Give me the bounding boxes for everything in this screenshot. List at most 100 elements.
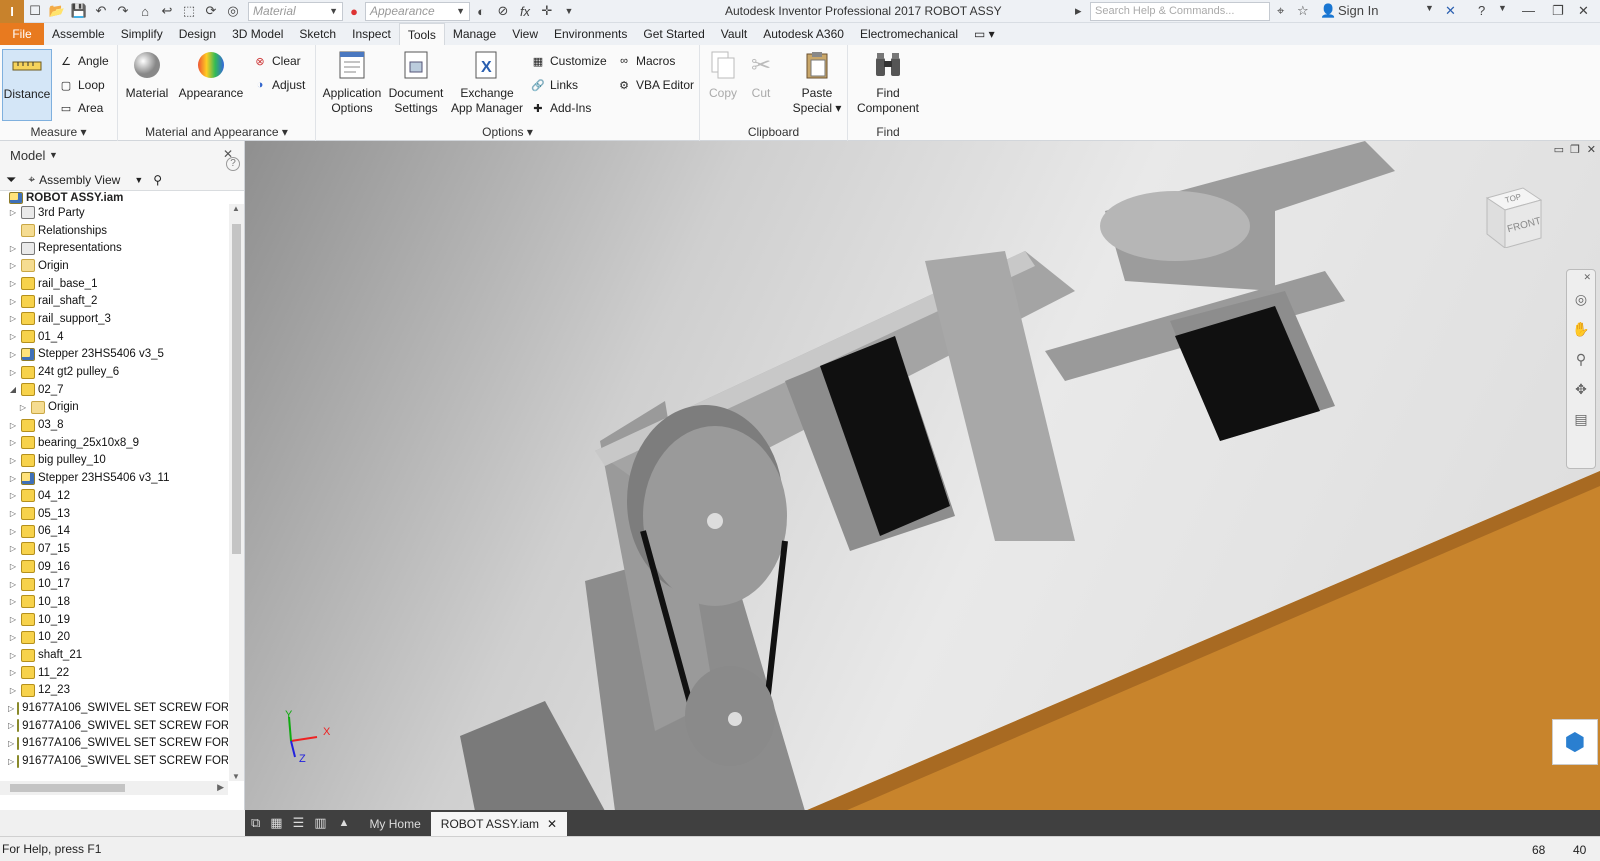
tree-node[interactable]: ▷ 06_14 bbox=[0, 522, 228, 540]
tree-node[interactable]: ▷ 10_17 bbox=[0, 575, 228, 593]
tile-vertical-icon[interactable]: ▥ bbox=[314, 815, 326, 831]
customize-button[interactable]: ▦ Customize bbox=[530, 51, 607, 71]
tab-autodesk-a360[interactable]: Autodesk A360 bbox=[755, 23, 852, 45]
expand-toggle-icon[interactable]: ▷ bbox=[8, 704, 14, 713]
update-icon[interactable]: ⟳ bbox=[200, 1, 222, 21]
tab-file[interactable]: File bbox=[0, 23, 44, 45]
tree-node[interactable]: ▷ Stepper 23HS5406 v3_5 bbox=[0, 346, 228, 364]
sign-in-link[interactable]: Sign In bbox=[1338, 3, 1378, 18]
tree-node[interactable]: ▷ 91677A106_SWIVEL SET SCREW FOR bbox=[0, 699, 228, 717]
cut-button[interactable]: ✂ Cut bbox=[742, 49, 780, 101]
expand-toggle-icon[interactable]: ▷ bbox=[8, 597, 18, 606]
close-icon[interactable]: ✕ bbox=[1578, 3, 1589, 19]
application-options-button[interactable]: Application Options bbox=[320, 49, 384, 116]
tree-node[interactable]: ▷ 05_13 bbox=[0, 505, 228, 523]
expand-toggle-icon[interactable]: ▷ bbox=[8, 438, 18, 447]
viewport-close-icon[interactable]: ✕ bbox=[1587, 143, 1596, 156]
cascade-icon[interactable]: ⧉ bbox=[251, 815, 260, 831]
expand-toggle-icon[interactable]: ▷ bbox=[8, 350, 18, 359]
expand-toggle-icon[interactable]: ▷ bbox=[8, 580, 18, 589]
appearance-select[interactable]: Appearance ▼ bbox=[365, 1, 470, 21]
hscroll-thumb[interactable] bbox=[10, 784, 125, 792]
tree-node[interactable]: ◢ 02_7 bbox=[0, 381, 228, 399]
document-settings-button[interactable]: Document Settings bbox=[386, 49, 446, 116]
tab-simplify[interactable]: Simplify bbox=[113, 23, 171, 45]
find-in-browser-icon[interactable]: ⚲ bbox=[153, 173, 162, 187]
user-icon[interactable]: 👤 bbox=[1320, 3, 1336, 19]
redo-icon[interactable]: ↷ bbox=[112, 1, 134, 21]
exchange-app-manager-button[interactable]: X Exchange App Manager bbox=[450, 49, 524, 116]
tab-close-icon[interactable]: ✕ bbox=[547, 817, 557, 831]
crosshair-icon[interactable]: ✛ bbox=[536, 1, 558, 21]
measure-panel-label[interactable]: Measure ▾ bbox=[0, 125, 117, 139]
expand-toggle-icon[interactable]: ▷ bbox=[8, 562, 18, 571]
tree-node[interactable]: ▷ Origin bbox=[0, 257, 228, 275]
scroll-down-icon[interactable]: ▼ bbox=[232, 772, 240, 781]
scroll-right-icon[interactable]: ▶ bbox=[217, 782, 224, 793]
tree-node[interactable]: ▷ shaft_21 bbox=[0, 646, 228, 664]
expand-toggle-icon[interactable]: ▷ bbox=[8, 297, 18, 306]
browser-vscroll[interactable]: ▲ ▼ bbox=[229, 204, 244, 781]
expand-toggle-icon[interactable]: ▷ bbox=[8, 544, 18, 553]
view-cube[interactable]: TOP FRONT bbox=[1483, 186, 1543, 250]
exchange-icon[interactable]: ✕ bbox=[1445, 3, 1456, 19]
help-dropdown-icon[interactable]: ▼ bbox=[1498, 3, 1507, 13]
material-appearance-panel-label[interactable]: Material and Appearance ▾ bbox=[118, 125, 315, 139]
expand-toggle-icon[interactable]: ▷ bbox=[8, 314, 18, 323]
vba-editor-button[interactable]: ⚙ VBA Editor bbox=[616, 75, 694, 95]
customize-qat-icon[interactable]: ▼ bbox=[558, 1, 580, 21]
vscroll-thumb[interactable] bbox=[232, 224, 241, 554]
tab-view[interactable]: View bbox=[504, 23, 546, 45]
distance-button[interactable]: Distance bbox=[2, 49, 52, 121]
angle-button[interactable]: ∠ Angle bbox=[58, 51, 109, 71]
clear-appearance-icon[interactable]: ⊘ bbox=[492, 1, 514, 21]
tree-root[interactable]: ROBOT ASSY.iam bbox=[0, 191, 228, 205]
tree-node[interactable]: ▷ 10_20 bbox=[0, 629, 228, 647]
search-input[interactable]: Search Help & Commands... bbox=[1090, 2, 1270, 21]
tree-node[interactable]: ▷ 01_4 bbox=[0, 328, 228, 346]
view-dropdown-icon[interactable]: ▼ bbox=[134, 175, 143, 185]
links-button[interactable]: 🔗 Links bbox=[530, 75, 578, 95]
restore-icon[interactable]: ❐ bbox=[1552, 3, 1564, 19]
material-button[interactable]: Material bbox=[122, 49, 172, 101]
star-icon[interactable]: ☆ bbox=[1297, 3, 1309, 19]
new-icon[interactable]: ☐ bbox=[24, 1, 46, 21]
tree-node[interactable]: ▷ Origin bbox=[0, 399, 228, 417]
steering-wheel-icon[interactable]: ◎ bbox=[1567, 284, 1595, 314]
expand-toggle-icon[interactable]: ▷ bbox=[8, 615, 18, 624]
tree-node[interactable]: ▷ 91677A106_SWIVEL SET SCREW FOR bbox=[0, 717, 228, 735]
tab-inspect[interactable]: Inspect bbox=[344, 23, 399, 45]
tab-3d-model[interactable]: 3D Model bbox=[224, 23, 291, 45]
tree-node[interactable]: ▷ 09_16 bbox=[0, 558, 228, 576]
loop-button[interactable]: ▢ Loop bbox=[58, 75, 105, 95]
tree-node[interactable]: ▷ rail_shaft_2 bbox=[0, 292, 228, 310]
appearance-button[interactable]: Appearance bbox=[178, 49, 244, 101]
expand-toggle-icon[interactable]: ▷ bbox=[8, 208, 18, 217]
material-select[interactable]: Material ▼ bbox=[248, 1, 343, 21]
tab-robot-assy[interactable]: ROBOT ASSY.iam ✕ bbox=[430, 812, 568, 836]
expand-toggle-icon[interactable]: ▷ bbox=[8, 651, 18, 660]
adjust-button[interactable]: ◑ Adjust bbox=[252, 75, 306, 95]
tab-get-started[interactable]: Get Started bbox=[635, 23, 712, 45]
tree-node[interactable]: ▷ 3rd Party bbox=[0, 204, 228, 222]
sign-in-dropdown-icon[interactable]: ▼ bbox=[1425, 3, 1434, 13]
tab-assemble[interactable]: Assemble bbox=[44, 23, 113, 45]
open-icon[interactable]: 📂 bbox=[46, 1, 68, 21]
tree-node[interactable]: ▷ 91677A106_SWIVEL SET SCREW FOR bbox=[0, 752, 228, 770]
copy-button[interactable]: Copy bbox=[704, 49, 742, 101]
look-at-icon[interactable]: ▤ bbox=[1567, 404, 1595, 434]
tree-node[interactable]: ▷ 10_18 bbox=[0, 593, 228, 611]
scroll-up-icon[interactable]: ▲ bbox=[232, 204, 240, 213]
robot-assembly-model[interactable] bbox=[245, 141, 1600, 811]
expand-toggle-icon[interactable]: ▷ bbox=[8, 332, 18, 341]
tree-node[interactable]: ▷ 91677A106_SWIVEL SET SCREW FOR bbox=[0, 735, 228, 753]
tree-node[interactable]: ▷ 03_8 bbox=[0, 416, 228, 434]
browser-hscroll[interactable]: ▶ bbox=[0, 781, 228, 795]
assembly-view-label[interactable]: Assembly View bbox=[39, 173, 120, 187]
tree-node[interactable]: ▷ 24t gt2 pulley_6 bbox=[0, 363, 228, 381]
tree-node[interactable]: ▷ Stepper 23HS5406 v3_11 bbox=[0, 469, 228, 487]
paste-special-button[interactable]: Paste Special ▾ bbox=[790, 49, 844, 116]
expand-arrow-icon[interactable]: ▸ bbox=[1075, 3, 1082, 19]
tab-sketch[interactable]: Sketch bbox=[291, 23, 344, 45]
tree-node[interactable]: ▷ 10_19 bbox=[0, 611, 228, 629]
